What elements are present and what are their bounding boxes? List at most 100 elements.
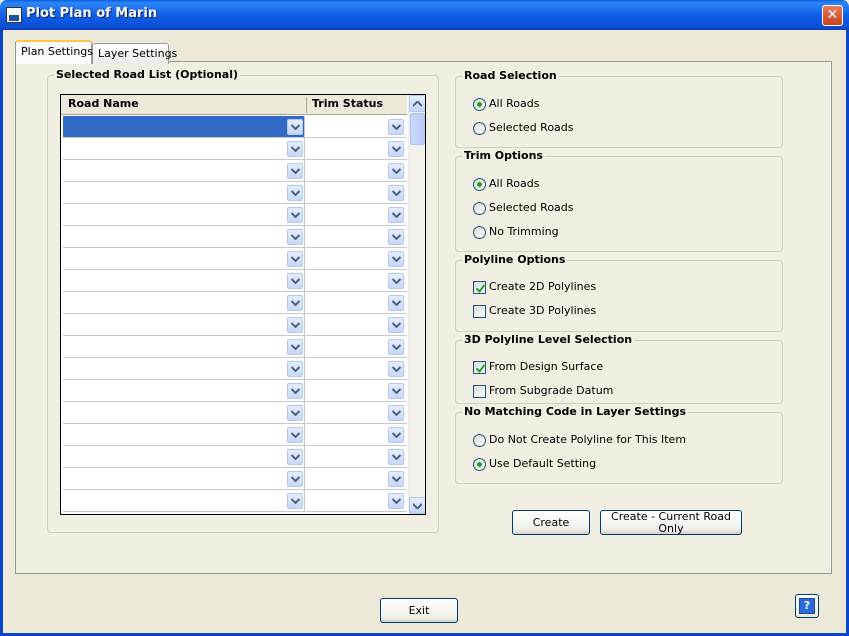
road-name-dropdown-button[interactable]	[287, 405, 303, 421]
radio-button[interactable]	[473, 178, 486, 191]
table-row[interactable]	[63, 468, 407, 490]
checkbox[interactable]	[473, 385, 486, 398]
road-name-cell[interactable]	[63, 490, 305, 511]
radio-button[interactable]	[473, 226, 486, 239]
road-name-cell[interactable]	[63, 248, 305, 269]
road-name-dropdown-button[interactable]	[287, 383, 303, 399]
road-name-dropdown-button[interactable]	[287, 273, 303, 289]
trim-status-cell[interactable]	[306, 314, 407, 335]
table-row[interactable]	[63, 226, 407, 248]
road-name-cell[interactable]	[63, 270, 305, 291]
trim-status-dropdown-button[interactable]	[388, 141, 404, 157]
tab-layer-settings[interactable]: Layer Settings	[92, 43, 177, 64]
trim-status-dropdown-button[interactable]	[388, 251, 404, 267]
scroll-down-button[interactable]	[409, 497, 425, 514]
trim-status-cell[interactable]	[306, 468, 407, 489]
road-name-dropdown-button[interactable]	[287, 207, 303, 223]
trim-status-cell[interactable]	[306, 358, 407, 379]
column-separator[interactable]	[306, 97, 307, 113]
trim-status-dropdown-button[interactable]	[388, 317, 404, 333]
trim-status-dropdown-button[interactable]	[388, 229, 404, 245]
column-header-trim-status[interactable]: Trim Status	[312, 97, 383, 110]
table-row[interactable]	[63, 160, 407, 182]
road-name-cell[interactable]	[63, 292, 305, 313]
trim-status-dropdown-button[interactable]	[388, 185, 404, 201]
trim-status-cell[interactable]	[306, 424, 407, 445]
trim-status-cell[interactable]	[306, 336, 407, 357]
road-name-dropdown-button[interactable]	[287, 163, 303, 179]
road-name-cell[interactable]	[63, 314, 305, 335]
road-name-dropdown-button[interactable]	[287, 295, 303, 311]
create-current-road-button[interactable]: Create - Current Road Only	[600, 510, 742, 535]
close-button[interactable]: ✕	[822, 5, 843, 26]
trim-status-dropdown-button[interactable]	[388, 295, 404, 311]
trim-status-dropdown-button[interactable]	[388, 383, 404, 399]
trim-status-cell[interactable]	[306, 182, 407, 203]
road-list-grid[interactable]: Road Name Trim Status	[60, 94, 426, 515]
road-name-dropdown-button[interactable]	[287, 317, 303, 333]
exit-button[interactable]: Exit	[380, 598, 458, 623]
road-name-dropdown-button[interactable]	[287, 141, 303, 157]
checkbox[interactable]	[473, 305, 486, 318]
radio-button[interactable]	[473, 98, 486, 111]
road-name-dropdown-button[interactable]	[287, 493, 303, 509]
trim-status-cell[interactable]	[306, 138, 407, 159]
table-row[interactable]	[63, 402, 407, 424]
table-row[interactable]	[63, 292, 407, 314]
table-row[interactable]	[63, 490, 407, 512]
trim-status-cell[interactable]	[306, 490, 407, 511]
trim-status-cell[interactable]	[306, 380, 407, 401]
table-row[interactable]	[63, 358, 407, 380]
checkbox[interactable]	[473, 361, 486, 374]
road-name-cell[interactable]	[63, 226, 305, 247]
road-name-cell[interactable]	[63, 204, 305, 225]
road-name-dropdown-button[interactable]	[287, 229, 303, 245]
road-name-dropdown-button[interactable]	[287, 427, 303, 443]
trim-status-cell[interactable]	[306, 292, 407, 313]
table-row[interactable]	[63, 446, 407, 468]
road-name-dropdown-button[interactable]	[287, 361, 303, 377]
road-name-cell[interactable]	[63, 402, 305, 423]
trim-status-cell[interactable]	[306, 116, 407, 137]
trim-status-dropdown-button[interactable]	[388, 119, 404, 135]
road-name-dropdown-button[interactable]	[287, 119, 303, 135]
road-name-dropdown-button[interactable]	[287, 251, 303, 267]
road-name-dropdown-button[interactable]	[287, 339, 303, 355]
trim-status-dropdown-button[interactable]	[388, 427, 404, 443]
scroll-up-button[interactable]	[409, 95, 425, 112]
table-row[interactable]	[63, 204, 407, 226]
table-row[interactable]	[63, 270, 407, 292]
column-header-road-name[interactable]: Road Name	[68, 97, 139, 110]
trim-status-dropdown-button[interactable]	[388, 449, 404, 465]
create-button[interactable]: Create	[512, 510, 590, 535]
trim-status-dropdown-button[interactable]	[388, 339, 404, 355]
trim-status-dropdown-button[interactable]	[388, 361, 404, 377]
trim-status-cell[interactable]	[306, 270, 407, 291]
road-name-cell[interactable]	[63, 446, 305, 467]
radio-button[interactable]	[473, 458, 486, 471]
table-row[interactable]	[63, 424, 407, 446]
table-row[interactable]	[63, 116, 407, 138]
road-name-cell[interactable]	[63, 336, 305, 357]
trim-status-cell[interactable]	[306, 226, 407, 247]
radio-button[interactable]	[473, 122, 486, 135]
road-name-cell[interactable]	[63, 358, 305, 379]
road-name-cell[interactable]	[63, 182, 305, 203]
table-row[interactable]	[63, 248, 407, 270]
trim-status-dropdown-button[interactable]	[388, 405, 404, 421]
table-row[interactable]	[63, 314, 407, 336]
radio-button[interactable]	[473, 434, 486, 447]
trim-status-dropdown-button[interactable]	[388, 163, 404, 179]
road-name-dropdown-button[interactable]	[287, 449, 303, 465]
checkbox[interactable]	[473, 281, 486, 294]
road-name-cell[interactable]	[63, 424, 305, 445]
table-row[interactable]	[63, 138, 407, 160]
table-row[interactable]	[63, 182, 407, 204]
trim-status-dropdown-button[interactable]	[388, 207, 404, 223]
scroll-thumb[interactable]	[410, 113, 425, 145]
trim-status-cell[interactable]	[306, 402, 407, 423]
vertical-scrollbar[interactable]	[408, 95, 425, 514]
trim-status-cell[interactable]	[306, 160, 407, 181]
road-name-cell[interactable]	[63, 138, 305, 159]
road-name-dropdown-button[interactable]	[287, 471, 303, 487]
